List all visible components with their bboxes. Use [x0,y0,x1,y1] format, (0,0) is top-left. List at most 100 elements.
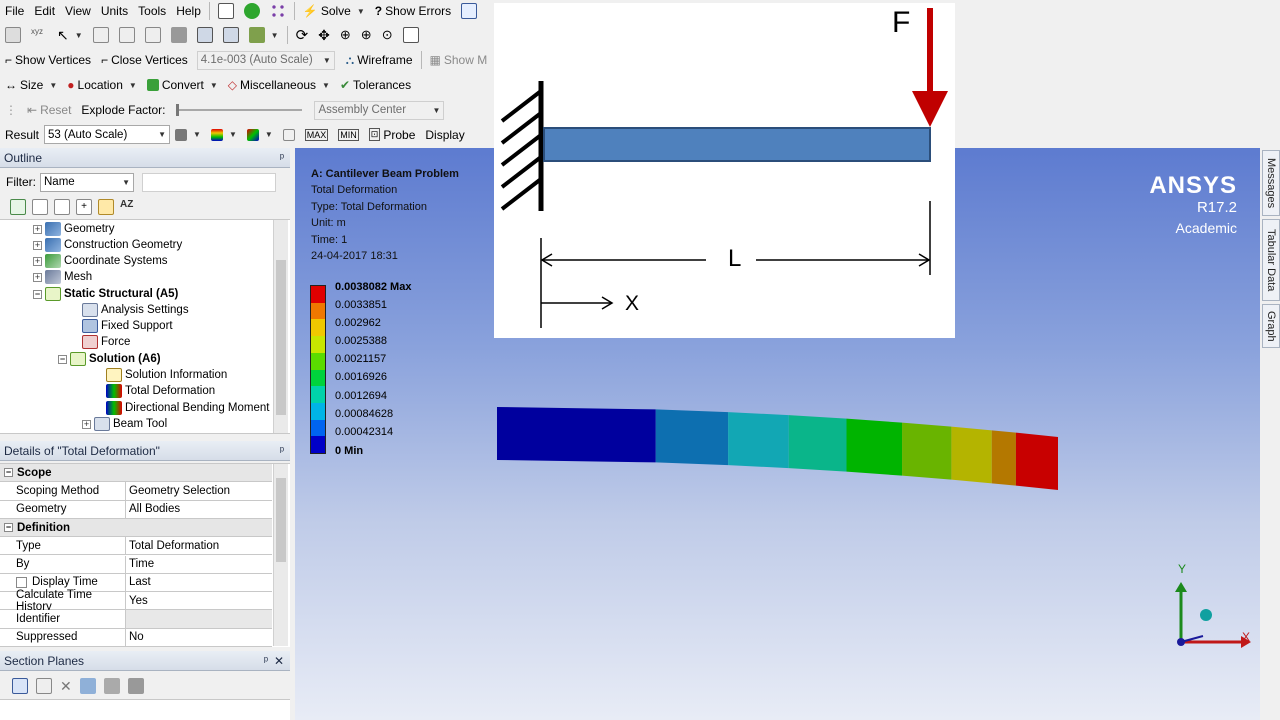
expand-toggle[interactable]: + [33,224,42,234]
detail-value[interactable]: Last [126,573,272,592]
display-time-checkbox[interactable] [16,576,27,588]
max-min-button[interactable]: MAX [300,125,334,145]
new-plane-icon[interactable] [12,678,28,694]
detail-row-by[interactable]: By Time [0,555,272,574]
filter-search-input[interactable] [142,172,276,192]
rotate-button[interactable]: ⟳ [291,25,314,45]
tolerances-button[interactable]: ✔ Tolerances [335,75,416,95]
contour-button[interactable]: ▼ [206,125,242,145]
tree-item-analysis-settings[interactable]: Analysis Settings [82,302,189,318]
solve-button[interactable]: ⚡ Solve ▼ [298,1,370,21]
convert-button[interactable]: Convert ▼ [142,75,223,95]
axis-triad[interactable] [1163,560,1253,660]
search-icon[interactable] [98,199,114,215]
coordinate-button[interactable]: xyz [26,25,52,45]
select-element-button[interactable] [218,25,244,45]
color-legend[interactable] [310,285,330,454]
menu-edit[interactable]: Edit [29,1,60,21]
tab-graph[interactable]: Graph [1262,304,1280,348]
scroll-thumb[interactable] [276,260,286,415]
detail-row-scoping-method[interactable]: Scoping Method Geometry Selection [0,482,272,501]
filter-combo[interactable]: Name ▼ [40,172,134,192]
miscellaneous-button[interactable]: ◇ Miscellaneous ▼ [223,75,335,95]
select-face-button[interactable] [140,25,166,45]
capping-icon[interactable] [127,678,144,694]
probe-button[interactable]: ⊡ Probe [364,125,421,145]
extend-selection-button[interactable]: ▼ [244,25,284,45]
size-button[interactable]: ↔ Size ▼ [0,75,62,95]
select-vertex-button[interactable] [88,25,114,45]
tree-item-mesh[interactable]: + Mesh [33,269,92,285]
detail-value[interactable]: Geometry Selection [126,482,272,500]
tree-item-total-deformation[interactable]: Total Deformation [106,383,215,399]
detail-value[interactable]: Time [126,555,272,573]
tab-tabular-data[interactable]: Tabular Data [1262,219,1280,301]
expand-toggle[interactable]: + [33,256,42,266]
detail-row-suppressed[interactable]: Suppressed No [0,628,272,647]
tree-item-static-structural[interactable]: − Static Structural (A5) [33,286,178,302]
select-mode-button[interactable] [0,25,26,45]
tree-item-directional-bending-moment[interactable]: Directional Bending Moment [106,400,269,416]
wireframe-button[interactable]: ⛬ Wireframe [341,50,418,70]
show-errors-button[interactable]: ? Show Errors [370,1,456,21]
reset-button[interactable]: ⇤ Reset [22,100,76,120]
scope-section[interactable]: − Scope [0,464,272,483]
table-button[interactable] [456,1,482,21]
magnifier-button[interactable] [398,25,424,45]
detail-row-geometry[interactable]: Geometry All Bodies [0,500,272,519]
zoom-box-button[interactable]: ⊕ [356,25,377,45]
plus-icon[interactable]: + [76,199,92,215]
menu-view[interactable]: View [60,1,96,21]
detail-value[interactable]: Yes [126,592,272,610]
edit-icon[interactable] [32,199,48,215]
collapse-icon[interactable]: − [4,523,13,533]
tree-item-geometry[interactable]: + Geometry [33,221,115,237]
vector-button[interactable] [278,125,300,145]
tree-item-solution[interactable]: − Solution (A6) [58,351,161,367]
result-scale-combo[interactable]: 53 (Auto Scale) ▼ [44,125,171,144]
pin-icon[interactable]: ᵖ [264,655,268,667]
expand-toggle[interactable]: + [33,240,42,250]
menu-help[interactable]: Help [171,1,206,21]
location-button[interactable]: ● Location ▼ [62,75,142,95]
expand-icon[interactable] [54,199,70,215]
sort-icon[interactable]: AZ [120,199,136,215]
collapse-toggle[interactable]: − [58,354,67,364]
outline-scrollbar[interactable] [273,220,288,433]
close-icon[interactable]: ✕ [274,654,284,668]
pin-icon[interactable]: ᵖ [280,445,284,457]
detail-row-type[interactable]: Type Total Deformation [0,537,272,556]
tree-item-solution-information[interactable]: Solution Information [106,367,227,383]
collapse-toggle[interactable]: − [33,289,42,299]
plane-icon[interactable] [79,678,96,694]
tree-item-force[interactable]: Force [82,334,130,350]
tree-item-fixed-support[interactable]: Fixed Support [82,318,173,334]
detail-value[interactable] [126,610,272,628]
pin-icon[interactable]: ᵖ [280,152,284,164]
iso-ball[interactable] [1200,609,1212,621]
cap-icon[interactable] [103,678,120,694]
zoom-button[interactable]: ⊕ [335,25,356,45]
definition-section[interactable]: − Definition [0,518,272,538]
collapse-icon[interactable]: − [4,468,13,478]
details-scrollbar[interactable] [273,464,288,646]
min-button[interactable]: MIN [333,125,364,145]
tab-messages[interactable]: Messages [1262,150,1280,216]
detail-row-calculate-time-history[interactable]: Calculate Time History Yes [0,589,272,613]
select-body-button[interactable] [166,25,192,45]
select-edge-button[interactable] [114,25,140,45]
delete-icon[interactable]: ✕ [60,678,72,695]
detail-value[interactable]: Total Deformation [126,537,272,555]
detail-value[interactable]: No [126,628,272,646]
show-vertices-button[interactable]: ⌐ Show Vertices [0,50,96,70]
pan-button[interactable]: ✥ [313,25,335,45]
refresh-icon[interactable] [10,199,26,215]
geometry-display-button[interactable]: ▼ [170,125,206,145]
graph-button[interactable] [265,1,291,21]
worksheet-button[interactable] [213,1,239,21]
expand-toggle[interactable]: + [82,419,91,429]
explode-factor-slider[interactable] [176,104,303,116]
scale-combo[interactable]: 4.1e-003 (Auto Scale) ▼ [196,50,335,70]
menu-units[interactable]: Units [96,1,133,21]
tree-item-coordinate-systems[interactable]: + Coordinate Systems [33,253,168,269]
